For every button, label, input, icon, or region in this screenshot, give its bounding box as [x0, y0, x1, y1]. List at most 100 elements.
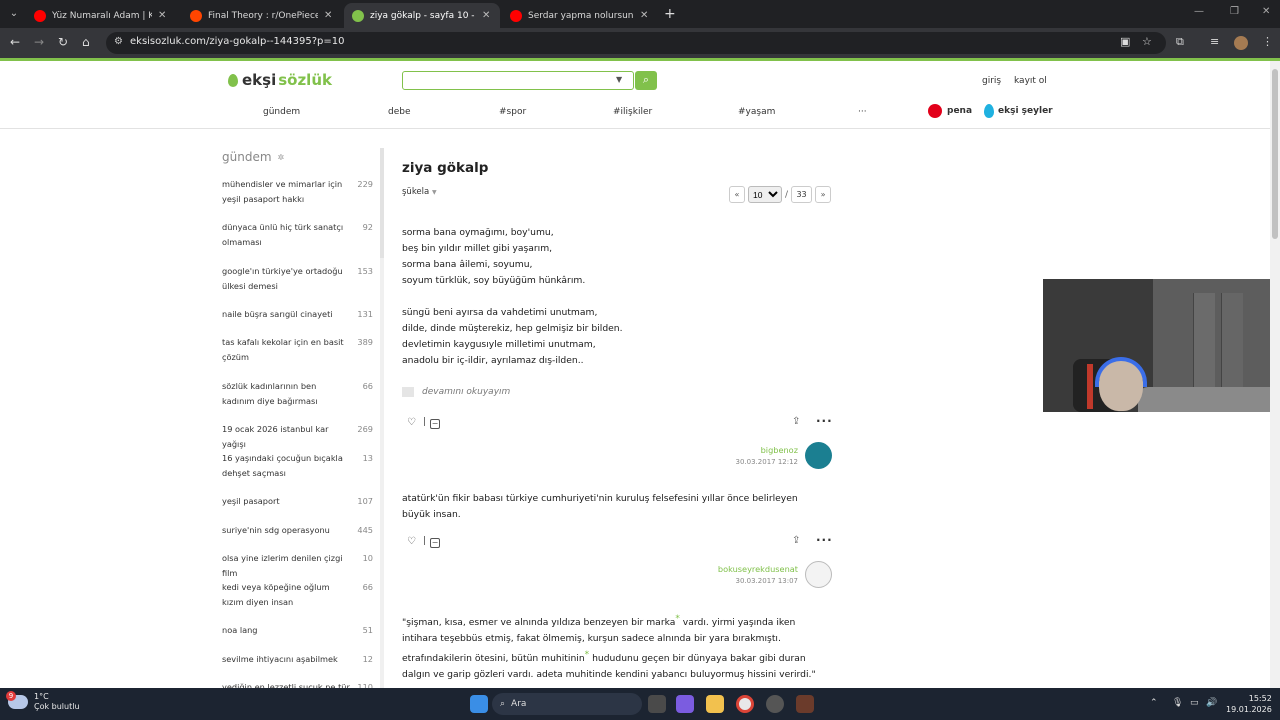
nav-more[interactable]: ··· [858, 107, 867, 117]
more-options-icon[interactable]: ··· [816, 414, 833, 428]
taskbar-clock[interactable]: 15:52 19.01.2026 [1226, 693, 1272, 715]
favorite-heart-icon[interactable]: ♡ [407, 417, 416, 428]
author-name-link[interactable]: bigbenoz [761, 445, 798, 455]
chrome-icon[interactable] [736, 695, 754, 713]
site-info-icon[interactable]: ⚙ [114, 36, 123, 47]
topic-title[interactable]: ziya gökalp [402, 160, 488, 176]
sidebar-topic-item[interactable]: noa lang 51 [222, 623, 378, 638]
search-dropdown-icon[interactable]: ▼ [616, 75, 622, 84]
browser-tab-3-active[interactable]: ziya gökalp - sayfa 10 - ekşi sözlük ✕ [344, 3, 500, 28]
sidebar-topic-item[interactable]: olsa yine izlerim denilen çizgi film 10 [222, 551, 378, 581]
tray-chevron-icon[interactable]: ⌃ [1150, 698, 1158, 708]
close-tab-icon[interactable]: ✕ [640, 10, 650, 21]
sidebar-topic-item[interactable]: yeşil pasaport 107 [222, 494, 378, 509]
steam-icon[interactable] [766, 695, 784, 713]
entry-date-link[interactable]: 30.03.2017 12:12 [736, 458, 798, 466]
reload-icon[interactable]: ↻ [58, 35, 68, 49]
close-tab-icon[interactable]: ✕ [482, 10, 492, 21]
page-scrollbar-thumb[interactable] [1272, 69, 1278, 239]
search-button[interactable]: ⌕ [635, 71, 657, 90]
sidebar-topic-item[interactable]: 19 ocak 2026 istanbul kar yağışı 269 [222, 422, 378, 452]
search-input[interactable] [402, 71, 634, 90]
share-icon[interactable]: ⇪ [792, 535, 800, 546]
browser-tab-1[interactable]: Yüz Numaralı Adam | Kemal ✕ [26, 3, 176, 28]
app-icon[interactable] [796, 695, 814, 713]
sidebar-topic-item[interactable]: tas kafalı kekolar için en basit çözüm 38… [222, 335, 378, 365]
entry-date-link[interactable]: 30.03.2017 13:07 [736, 577, 798, 585]
profile-avatar-icon[interactable] [1234, 36, 1248, 50]
window-close-icon[interactable]: ✕ [1262, 6, 1270, 17]
author-avatar[interactable] [805, 442, 832, 469]
extensions-icon[interactable]: ⧉ [1176, 35, 1184, 49]
sidebar-scrollbar[interactable] [380, 148, 384, 688]
sidebar-topic-item[interactable]: google'ın türkiye'ye ortadoğu ülkesi dem… [222, 264, 378, 294]
bookmark-star-icon[interactable]: ☆ [1142, 35, 1152, 48]
browser-tab-4[interactable]: Serdar yapma nolursun !!! Şaka ✕ [502, 3, 658, 28]
tab-search-icon[interactable]: ⌄ [4, 5, 24, 23]
windows-start-icon[interactable] [470, 695, 488, 713]
prev-page-button[interactable]: « [729, 186, 745, 203]
register-link[interactable]: kayıt ol [1014, 76, 1047, 86]
sidebar-topic-item[interactable]: naile büşra sarıgül cinayeti 131 [222, 307, 378, 322]
weather-widget[interactable]: 9 1°C Çok bulutlu [6, 691, 80, 712]
forward-icon[interactable]: → [34, 35, 44, 49]
downvote-icon[interactable]: − [430, 419, 440, 429]
minimize-icon[interactable]: — [1194, 6, 1204, 17]
microphone-icon[interactable]: 🎙 [1172, 698, 1183, 708]
entry-content: atatürk'ün fikir babası türkiye cumhuriy… [402, 493, 798, 520]
task-view-icon[interactable] [648, 695, 666, 713]
sidebar-topic-item[interactable]: suriye'nin sdg operasyonu 445 [222, 523, 378, 538]
sidebar-title[interactable]: gündem ✲ [222, 150, 378, 164]
install-app-icon[interactable]: ▣ [1120, 35, 1130, 48]
author-name-link[interactable]: bokuseyrekdusenat [718, 564, 798, 574]
nav-spor[interactable]: #spor [499, 107, 526, 117]
entry-line: süngü beni ayırsa da vahdetimi unutmam, [402, 307, 598, 318]
nav-iliskiler[interactable]: #ilişkiler [613, 107, 652, 117]
read-more-link[interactable]: devamını okuyayım [402, 387, 510, 397]
downvote-icon[interactable]: − [430, 538, 440, 548]
maximize-icon[interactable]: ❐ [1230, 6, 1239, 17]
sidebar-topic-item[interactable]: kedi veya köpeğine oğlum kızım diyen ins… [222, 580, 378, 610]
page-select[interactable]: 10 [748, 186, 782, 203]
back-icon[interactable]: ← [10, 35, 20, 49]
sidebar-topic-item[interactable]: dünyaca ünlü hiç türk sanatçı olmaması 92 [222, 220, 378, 250]
eksi-logo[interactable]: ekşi sözlük [228, 71, 332, 89]
page-scrollbar[interactable] [1270, 61, 1280, 688]
file-explorer-icon[interactable] [706, 695, 724, 713]
share-icon[interactable]: ⇪ [792, 416, 800, 427]
login-link[interactable]: giriş [982, 76, 1001, 86]
address-bar[interactable]: ⚙ eksisozluk.com/ziya-gokalp--144395?p=1… [106, 32, 1166, 54]
home-icon[interactable]: ⌂ [82, 35, 90, 49]
new-tab-icon[interactable]: + [664, 6, 676, 22]
more-options-icon[interactable]: ··· [816, 533, 833, 547]
copilot-icon[interactable] [676, 695, 694, 713]
browser-menu-icon[interactable]: ⋮ [1262, 35, 1273, 48]
last-page-button[interactable]: 33 [791, 186, 813, 203]
default-avatar-icon[interactable] [805, 561, 832, 588]
sidebar-topic-item[interactable]: sevilme ihtiyacını aşabilmek 12 [222, 652, 378, 667]
volume-icon[interactable]: 🔊 [1206, 698, 1217, 708]
sidebar-topic-item[interactable]: mühendisler ve mimarlar için yeşil pasap… [222, 177, 378, 207]
sidebar-scrollbar-thumb[interactable] [380, 148, 384, 258]
sidebar-topic-item[interactable]: yediğin en lezzetli sucuk ne tür 110 [222, 680, 378, 688]
network-icon[interactable]: ▭ [1190, 698, 1199, 708]
sidebar-topic-item[interactable]: sözlük kadınlarının ben kadınım diye bağ… [222, 379, 378, 409]
pena-link[interactable]: pena [928, 104, 972, 118]
nav-debe[interactable]: debe [388, 107, 411, 117]
entry-content: "şişman, kısa, esmer ve alnında yıldıza … [402, 611, 822, 683]
sort-dropdown[interactable]: şükela ▼ [402, 187, 437, 197]
eksi-seyler-link[interactable]: ekşi şeyler [984, 104, 1053, 118]
close-tab-icon[interactable]: ✕ [324, 10, 334, 21]
nav-yasam[interactable]: #yaşam [738, 107, 775, 117]
sidebar-topic-item[interactable]: 16 yaşındaki çocuğun bıçakla dehşet saçm… [222, 451, 378, 481]
url-text[interactable]: eksisozluk.com/ziya-gokalp--144395?p=10 [130, 36, 345, 47]
next-page-button[interactable]: » [815, 186, 832, 203]
browser-tab-2[interactable]: Final Theory : r/OnePiece ✕ [182, 3, 342, 28]
taskbar-search[interactable]: ⌕ Ara [492, 693, 642, 715]
favorite-heart-icon[interactable]: ♡ [407, 536, 416, 547]
action-separator: | [423, 417, 427, 427]
gear-icon[interactable]: ✲ [278, 153, 285, 162]
nav-gundem[interactable]: gündem [263, 107, 300, 117]
close-tab-icon[interactable]: ✕ [158, 10, 168, 21]
reading-list-icon[interactable]: ≡ [1210, 35, 1219, 48]
